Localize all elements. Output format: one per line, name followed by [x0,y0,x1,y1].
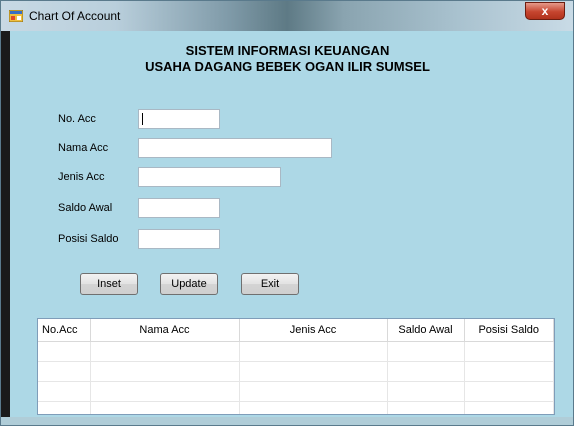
nama-acc-field[interactable] [138,138,332,158]
grid-cell[interactable] [90,401,240,414]
accounts-table: No.Acc Nama Acc Jenis Acc Saldo Awal Pos… [38,319,554,414]
posisi-saldo-field[interactable] [138,229,220,249]
table-row[interactable] [38,381,554,402]
table-row[interactable] [38,401,554,414]
grid-cell[interactable] [464,361,554,382]
grid-cell[interactable] [90,381,240,402]
grid-cell[interactable] [387,401,465,414]
grid-cell[interactable] [387,341,465,362]
saldo-awal-label: Saldo Awal [58,202,113,214]
grid-cell[interactable] [90,361,240,382]
window-left-border [1,31,10,425]
column-header-posisi-saldo[interactable]: Posisi Saldo [464,319,554,342]
saldo-awal-field[interactable] [138,198,220,218]
grid-header-row: No.Acc Nama Acc Jenis Acc Saldo Awal Pos… [38,319,554,342]
close-icon: x [541,4,549,18]
no-acc-label: No. Acc [58,113,96,125]
column-header-no-acc[interactable]: No.Acc [38,319,91,342]
chart-of-account-window: Chart Of Account x SISTEM INFORMASI KEUA… [0,0,574,426]
column-header-jenis-acc[interactable]: Jenis Acc [239,319,388,342]
grid-cell[interactable] [387,361,465,382]
window-title: Chart Of Account [29,9,121,23]
text-caret [142,113,143,125]
grid-cell[interactable] [239,361,388,382]
grid-cell[interactable] [387,381,465,402]
grid-cell[interactable] [464,381,554,402]
posisi-saldo-label: Posisi Saldo [58,233,119,245]
app-form-icon [9,10,23,22]
accounts-data-grid[interactable]: No.Acc Nama Acc Jenis Acc Saldo Awal Pos… [37,318,555,415]
table-row[interactable] [38,361,554,382]
grid-cell[interactable] [239,401,388,414]
grid-cell[interactable] [464,401,554,414]
no-acc-field[interactable] [138,109,220,129]
window-bottom-border [1,417,573,425]
close-button[interactable]: x [525,2,565,20]
header-title-line2: USAHA DAGANG BEBEK OGAN ILIR SUMSEL [145,59,430,74]
jenis-acc-label: Jenis Acc [58,171,105,183]
inset-button[interactable]: Inset [80,273,138,295]
exit-button[interactable]: Exit [241,273,299,295]
grid-cell[interactable] [38,361,91,382]
grid-cell[interactable] [464,341,554,362]
grid-cell[interactable] [90,341,240,362]
nama-acc-label: Nama Acc [58,142,109,154]
column-header-saldo-awal[interactable]: Saldo Awal [387,319,465,342]
header-title-line1: SISTEM INFORMASI KEUANGAN [185,43,390,58]
update-button[interactable]: Update [160,273,218,295]
grid-cell[interactable] [239,341,388,362]
grid-cell[interactable] [38,341,91,362]
column-header-nama-acc[interactable]: Nama Acc [90,319,240,342]
grid-cell[interactable] [239,381,388,402]
form-client-area: SISTEM INFORMASI KEUANGAN USAHA DAGANG B… [10,31,565,417]
table-row[interactable] [38,341,554,362]
grid-cell[interactable] [38,381,91,402]
jenis-acc-field[interactable] [138,167,281,187]
grid-cell[interactable] [38,401,91,414]
title-bar[interactable]: Chart Of Account x [1,1,573,31]
